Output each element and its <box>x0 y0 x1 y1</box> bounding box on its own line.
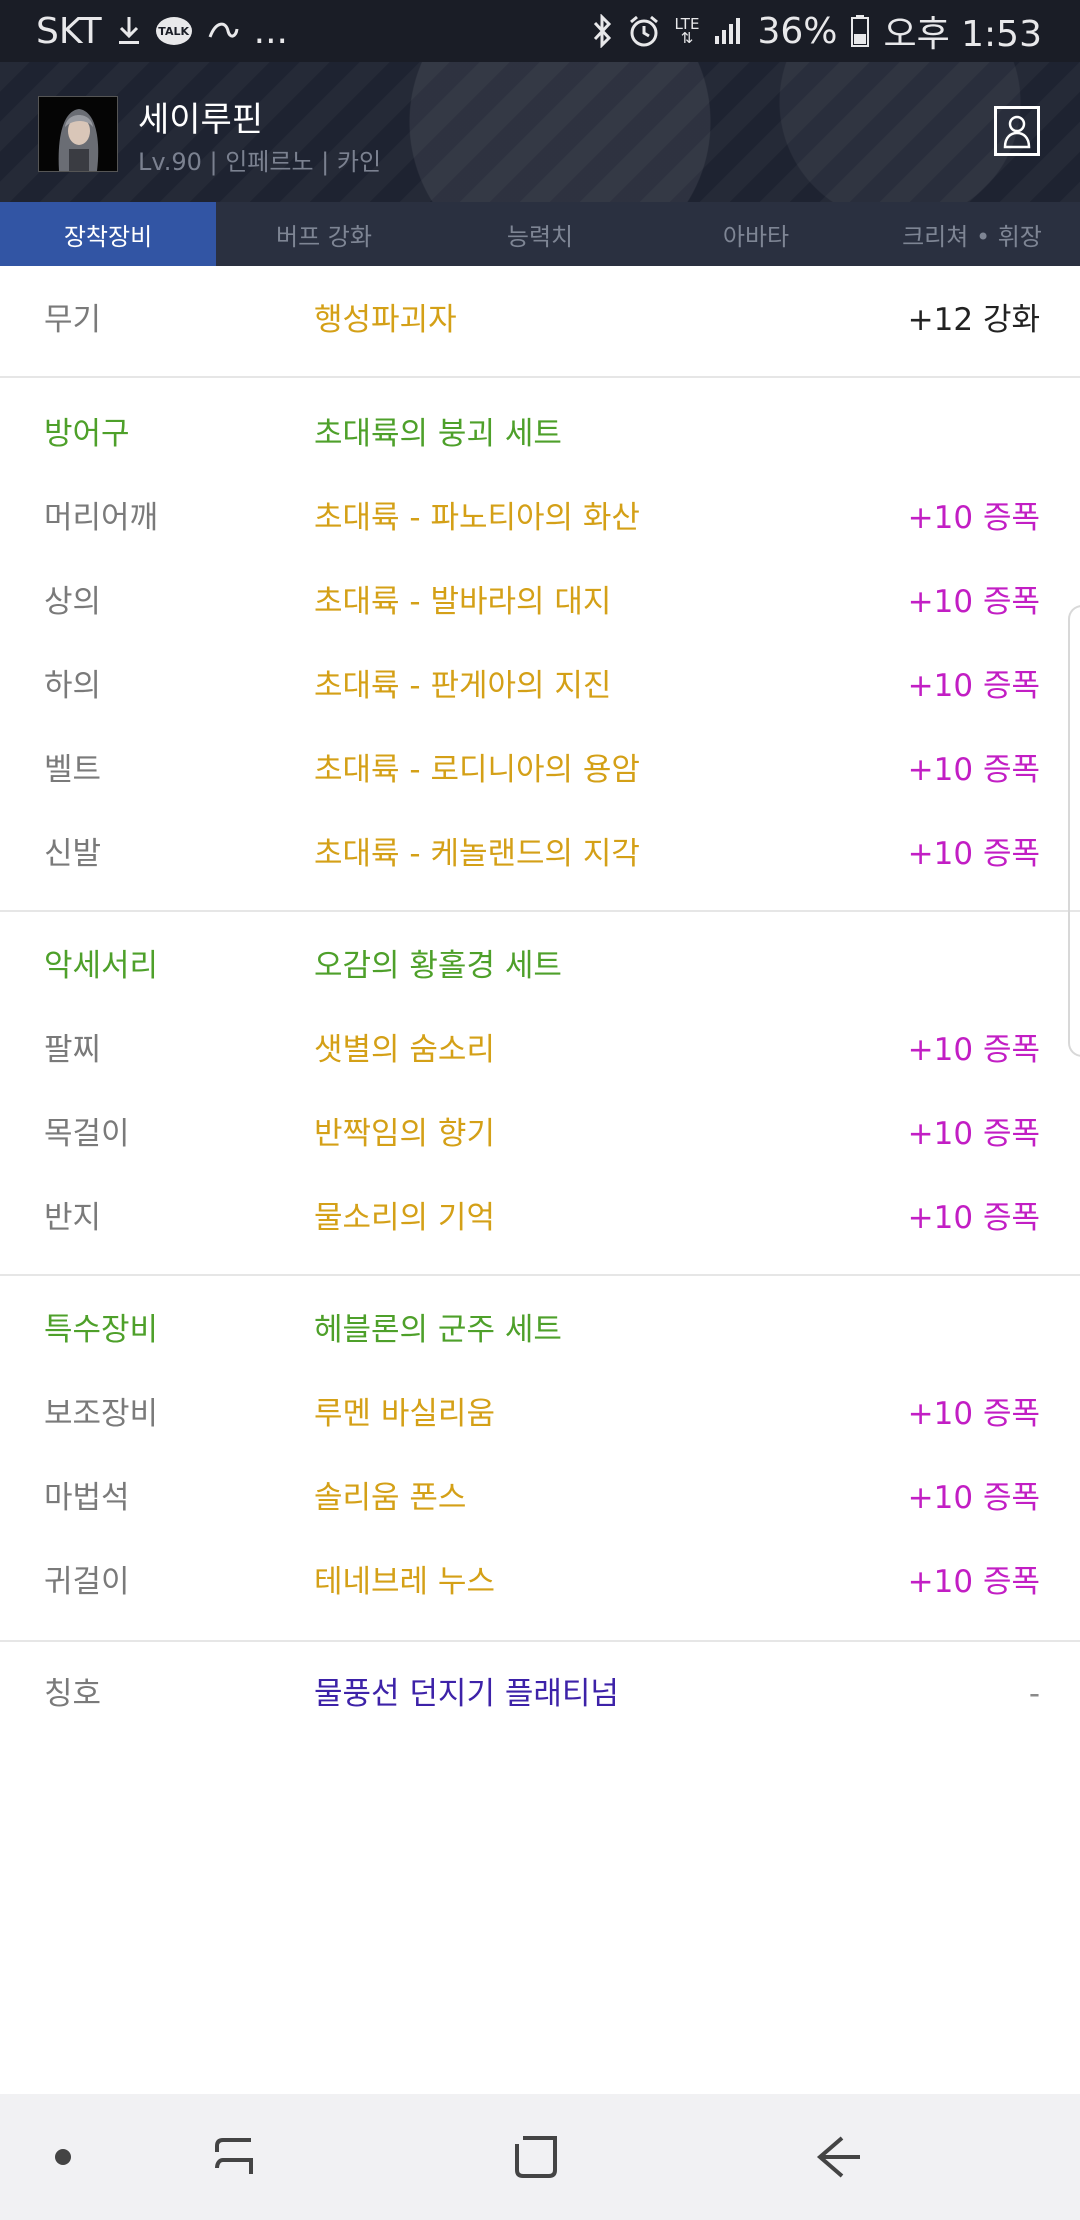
upgrade-level: +10 증폭 <box>907 1480 1040 1516</box>
upgrade-level: +10 증폭 <box>907 1032 1040 1068</box>
equipment-row[interactable]: 마법석 솔리움 폰스 +10 증폭 <box>0 1456 1080 1540</box>
upgrade-level: +10 증폭 <box>907 1396 1040 1432</box>
upgrade-level: +10 증폭 <box>907 500 1040 536</box>
tab-stats[interactable]: 능력치 <box>432 202 648 266</box>
character-header: 세이루핀 Lv.90 | 인페르노 | 카인 <box>0 62 1080 202</box>
equipment-row[interactable]: 목걸이 반짝임의 향기 +10 증폭 <box>0 1092 1080 1176</box>
category-label: 악세서리 <box>44 948 159 984</box>
alarm-icon <box>627 14 661 48</box>
item-name: 행성파괴자 <box>314 302 457 338</box>
dot-icon[interactable] <box>30 2124 96 2190</box>
equipment-row[interactable]: 신발 초대륙 - 케놀랜드의 지각 +10 증폭 <box>0 812 1080 896</box>
item-name: 초대륙 - 파노티아의 화산 <box>314 500 640 536</box>
upgrade-level: +10 증폭 <box>907 668 1040 704</box>
title-name: 물풍선 던지기 플래티넘 <box>314 1676 619 1712</box>
equipment-row[interactable]: 머리어깨 초대륙 - 파노티아의 화산 +10 증폭 <box>0 476 1080 560</box>
equipment-row[interactable]: 귀걸이 테네브레 누스 +10 증폭 <box>0 1540 1080 1624</box>
divider <box>0 1274 1080 1276</box>
set-name: 헤블론의 군주 세트 <box>314 1312 562 1348</box>
slot-label: 반지 <box>44 1200 102 1236</box>
signal-icon <box>713 16 743 46</box>
category-label: 방어구 <box>44 416 130 452</box>
edge-panel-handle[interactable] <box>1068 605 1080 1057</box>
bluetooth-icon <box>591 14 613 48</box>
battery-percent: 36% <box>757 10 838 52</box>
equipment-row[interactable]: 벨트 초대륙 - 로디니아의 용암 +10 증폭 <box>0 728 1080 812</box>
item-name: 초대륙 - 발바라의 대지 <box>314 584 612 620</box>
status-bar: SKT TALK ... LTE ⇅ 36% 오후 1:53 <box>0 0 1080 62</box>
item-name: 루멘 바실리움 <box>314 1396 495 1432</box>
home-icon[interactable] <box>503 2124 569 2190</box>
tab-buff-enhance[interactable]: 버프 강화 <box>216 202 432 266</box>
back-icon[interactable] <box>806 2124 872 2190</box>
equipment-row[interactable]: 하의 초대륙 - 판게아의 지진 +10 증폭 <box>0 644 1080 728</box>
download-icon <box>116 15 142 47</box>
clock: 오후 1:53 <box>883 14 1042 55</box>
character-avatar <box>38 96 118 172</box>
carrier-label: SKT <box>36 10 102 52</box>
tab-equipment[interactable]: 장착장비 <box>0 202 216 266</box>
set-name: 오감의 황홀경 세트 <box>314 948 562 984</box>
character-info: Lv.90 | 인페르노 | 카인 <box>138 148 382 176</box>
upgrade-level: +10 증폭 <box>907 836 1040 872</box>
item-name: 물소리의 기억 <box>314 1200 495 1236</box>
item-name: 초대륙 - 판게아의 지진 <box>314 668 612 704</box>
item-name: 샛별의 숨소리 <box>314 1032 495 1068</box>
category-label: 특수장비 <box>44 1312 159 1348</box>
item-name: 초대륙 - 케놀랜드의 지각 <box>314 836 640 872</box>
link-icon <box>206 19 240 43</box>
accessory-set-header: 악세서리 오감의 황홀경 세트 <box>0 924 1080 1008</box>
lte-icon: LTE ⇅ <box>675 17 700 47</box>
character-name: 세이루핀 <box>138 100 264 140</box>
upgrade-level: +10 증폭 <box>907 1200 1040 1236</box>
special-set-header: 특수장비 헤블론의 군주 세트 <box>0 1288 1080 1372</box>
slot-label: 신발 <box>44 836 102 872</box>
upgrade-level: +10 증폭 <box>907 584 1040 620</box>
profile-button[interactable] <box>994 106 1040 156</box>
divider <box>0 910 1080 912</box>
equipment-row[interactable]: 상의 초대륙 - 발바라의 대지 +10 증폭 <box>0 560 1080 644</box>
armor-set-header: 방어구 초대륙의 붕괴 세트 <box>0 392 1080 476</box>
slot-label: 상의 <box>44 584 102 620</box>
slot-label: 팔찌 <box>44 1032 102 1068</box>
lte-arrows: ⇅ <box>680 29 694 47</box>
slot-label: 하의 <box>44 668 102 704</box>
item-name: 솔리움 폰스 <box>314 1480 467 1516</box>
weapon-row[interactable]: 무기 행성파괴자 +12 강화 <box>0 278 1080 362</box>
kakaotalk-icon: TALK <box>155 17 192 45</box>
set-name: 초대륙의 붕괴 세트 <box>314 416 562 452</box>
upgrade-level: +10 증폭 <box>907 752 1040 788</box>
divider <box>0 1640 1080 1642</box>
item-name: 테네브레 누스 <box>314 1564 495 1600</box>
equipment-row[interactable]: 반지 물소리의 기억 +10 증폭 <box>0 1176 1080 1260</box>
divider <box>0 376 1080 378</box>
slot-label: 칭호 <box>44 1676 102 1712</box>
slot-label: 머리어깨 <box>44 500 159 536</box>
equipment-row[interactable]: 팔찌 샛별의 숨소리 +10 증폭 <box>0 1008 1080 1092</box>
recent-apps-icon[interactable] <box>201 2124 267 2190</box>
title-row[interactable]: 칭호 물풍선 던지기 플래티넘 - <box>0 1652 1080 1736</box>
upgrade-level: +10 증폭 <box>907 1116 1040 1152</box>
slot-label: 마법석 <box>44 1480 130 1516</box>
slot-label: 벨트 <box>44 752 102 788</box>
tab-avatar[interactable]: 아바타 <box>648 202 864 266</box>
tab-creature-emblem[interactable]: 크리쳐 • 휘장 <box>864 202 1080 266</box>
slot-label: 무기 <box>44 302 102 338</box>
battery-icon <box>851 15 870 47</box>
item-name: 초대륙 - 로디니아의 용암 <box>314 752 640 788</box>
person-icon <box>1003 115 1031 149</box>
slot-label: 목걸이 <box>44 1116 130 1152</box>
equipment-row[interactable]: 보조장비 루멘 바실리움 +10 증폭 <box>0 1372 1080 1456</box>
upgrade-level: +10 증폭 <box>907 1564 1040 1600</box>
upgrade-level: +12 강화 <box>907 302 1040 338</box>
slot-label: 귀걸이 <box>44 1564 130 1600</box>
upgrade-level: - <box>1028 1676 1040 1712</box>
tab-bar: 장착장비 버프 강화 능력치 아바타 크리쳐 • 휘장 <box>0 202 1080 266</box>
navigation-bar <box>0 2094 1080 2220</box>
more-notifications: ... <box>253 10 288 52</box>
item-name: 반짝임의 향기 <box>314 1116 495 1152</box>
slot-label: 보조장비 <box>44 1396 159 1432</box>
